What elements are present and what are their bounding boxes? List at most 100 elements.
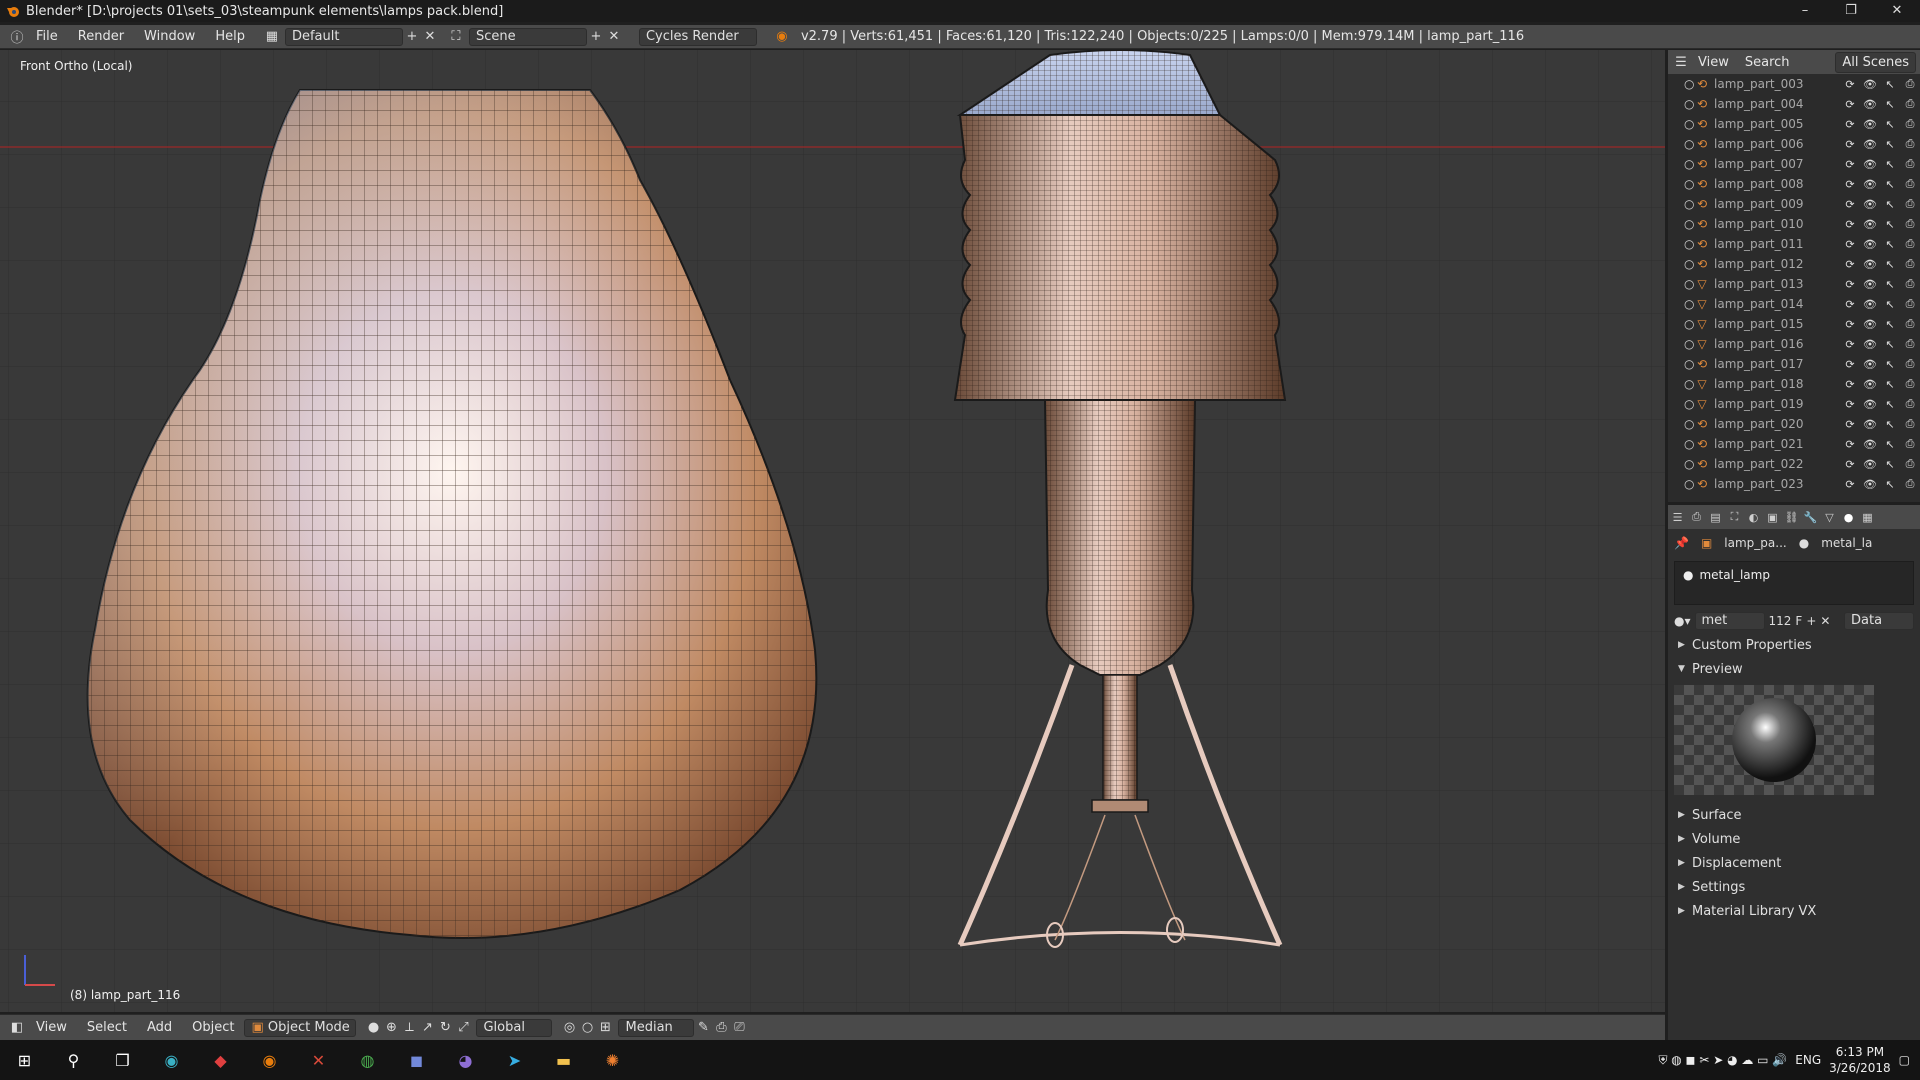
visibility-eye-icon[interactable]: 👁 bbox=[1860, 238, 1880, 251]
renderability-camera-icon[interactable]: ⎙ bbox=[1900, 217, 1920, 231]
pivot-point-icon[interactable]: ⊕ bbox=[382, 1019, 400, 1037]
selectability-cursor-icon[interactable]: ↖ bbox=[1880, 438, 1900, 451]
selectability-cursor-icon[interactable]: ↖ bbox=[1880, 398, 1900, 411]
renderability-camera-icon[interactable]: ⎙ bbox=[1900, 277, 1920, 291]
selectability-cursor-icon[interactable]: ↖ bbox=[1880, 98, 1900, 111]
outliner-item-name[interactable]: lamp_part_007 bbox=[1710, 157, 1840, 171]
renderability-camera-icon[interactable]: ⎙ bbox=[1900, 237, 1920, 251]
selectability-cursor-icon[interactable]: ↖ bbox=[1880, 238, 1900, 251]
outliner-item-name[interactable]: lamp_part_023 bbox=[1710, 477, 1840, 491]
expand-dot-icon[interactable]: ○ bbox=[1684, 357, 1694, 371]
visibility-eye-icon[interactable]: 👁 bbox=[1860, 438, 1880, 451]
selectability-cursor-icon[interactable]: ↖ bbox=[1880, 418, 1900, 431]
rotate-icon[interactable]: ↻ bbox=[436, 1019, 454, 1037]
scene-selector[interactable]: Scene bbox=[468, 27, 587, 46]
outliner-item-name[interactable]: lamp_part_011 bbox=[1710, 237, 1840, 251]
visibility-eye-icon[interactable]: 👁 bbox=[1860, 218, 1880, 231]
expand-dot-icon[interactable]: ○ bbox=[1684, 297, 1694, 311]
scale-icon[interactable]: ⤢ bbox=[454, 1019, 472, 1037]
renderability-camera-icon[interactable]: ⎙ bbox=[1900, 157, 1920, 171]
selectability-cursor-icon[interactable]: ↖ bbox=[1880, 298, 1900, 311]
visibility-eye-icon[interactable]: 👁 bbox=[1860, 178, 1880, 191]
expand-dot-icon[interactable]: ○ bbox=[1684, 277, 1694, 291]
app-icon[interactable]: ◉ bbox=[147, 1040, 196, 1080]
render-preview-icon[interactable]: ✎ bbox=[694, 1019, 712, 1037]
visibility-eye-icon[interactable]: 👁 bbox=[1860, 298, 1880, 311]
expand-dot-icon[interactable]: ○ bbox=[1684, 117, 1694, 131]
panel-header[interactable]: ▶ Material Library VX bbox=[1668, 899, 1920, 923]
outliner-item-name[interactable]: lamp_part_014 bbox=[1710, 297, 1840, 311]
expand-dot-icon[interactable]: ○ bbox=[1684, 417, 1694, 431]
outliner-row[interactable]: ○ ▽ lamp_part_013 ⟳ 👁 ↖ ⎙ bbox=[1668, 274, 1920, 294]
outliner-row[interactable]: ○ ⟲ lamp_part_006 ⟳ 👁 ↖ ⎙ bbox=[1668, 134, 1920, 154]
language-indicator[interactable]: ENG bbox=[1795, 1053, 1821, 1067]
outliner-row[interactable]: ○ ⟲ lamp_part_010 ⟳ 👁 ↖ ⎙ bbox=[1668, 214, 1920, 234]
selectability-cursor-icon[interactable]: ↖ bbox=[1880, 318, 1900, 331]
layout-selector[interactable]: Default bbox=[284, 27, 403, 46]
renderability-camera-icon[interactable]: ⎙ bbox=[1900, 257, 1920, 271]
renderability-camera-icon[interactable]: ⎙ bbox=[1900, 117, 1920, 131]
renderability-camera-icon[interactable]: ⎙ bbox=[1900, 337, 1920, 351]
outliner-item-name[interactable]: lamp_part_019 bbox=[1710, 397, 1840, 411]
selectability-cursor-icon[interactable]: ↖ bbox=[1880, 358, 1900, 371]
expand-dot-icon[interactable]: ○ bbox=[1684, 377, 1694, 391]
selectability-cursor-icon[interactable]: ↖ bbox=[1880, 78, 1900, 91]
panel-header[interactable]: ▶ Surface bbox=[1668, 803, 1920, 827]
outliner-row[interactable]: ○ ▽ lamp_part_016 ⟳ 👁 ↖ ⎙ bbox=[1668, 334, 1920, 354]
viewport-shading-icon[interactable]: ● bbox=[364, 1019, 382, 1037]
discord-icon[interactable]: ◼ bbox=[392, 1040, 441, 1080]
renderability-camera-icon[interactable]: ⎙ bbox=[1900, 437, 1920, 451]
translate-icon[interactable]: ↗ bbox=[418, 1019, 436, 1037]
outliner-row[interactable]: ○ ▽ lamp_part_015 ⟳ 👁 ↖ ⎙ bbox=[1668, 314, 1920, 334]
outliner-row[interactable]: ○ ⟲ lamp_part_021 ⟳ 👁 ↖ ⎙ bbox=[1668, 434, 1920, 454]
outliner-row[interactable]: ○ ⟲ lamp_part_012 ⟳ 👁 ↖ ⎙ bbox=[1668, 254, 1920, 274]
scene-tab-icon[interactable]: ⛶ bbox=[1725, 510, 1744, 524]
blender-taskbar-icon[interactable]: ◉ bbox=[245, 1040, 294, 1080]
renderability-camera-icon[interactable]: ⎙ bbox=[1900, 317, 1920, 331]
expand-dot-icon[interactable]: ○ bbox=[1684, 237, 1694, 251]
notification-icon[interactable]: ▢ bbox=[1899, 1053, 1910, 1067]
add-scene-icon[interactable]: + bbox=[587, 28, 605, 46]
material-users-count[interactable]: 112 bbox=[1769, 614, 1792, 628]
render-layers-tab-icon[interactable]: ▤ bbox=[1706, 511, 1725, 524]
panel-header[interactable]: ▶ Displacement bbox=[1668, 851, 1920, 875]
expand-dot-icon[interactable]: ○ bbox=[1684, 137, 1694, 151]
manipulator-icon[interactable]: ⟂ bbox=[400, 1019, 418, 1037]
app-red-icon[interactable]: ◆ bbox=[196, 1040, 245, 1080]
maximize-button[interactable]: ❐ bbox=[1828, 0, 1874, 22]
outliner-item-name[interactable]: lamp_part_005 bbox=[1710, 117, 1840, 131]
outliner-item-name[interactable]: lamp_part_008 bbox=[1710, 177, 1840, 191]
telegram-icon[interactable]: ➤ bbox=[490, 1040, 539, 1080]
outliner-row[interactable]: ○ ▽ lamp_part_019 ⟳ 👁 ↖ ⎙ bbox=[1668, 394, 1920, 414]
info-editor-type-icon[interactable]: ⓘ bbox=[8, 28, 26, 46]
renderability-camera-icon[interactable]: ⎙ bbox=[1900, 177, 1920, 191]
outliner-row[interactable]: ○ ⟲ lamp_part_023 ⟳ 👁 ↖ ⎙ bbox=[1668, 474, 1920, 494]
panel-header[interactable]: ▼ Preview bbox=[1668, 657, 1920, 681]
visibility-eye-icon[interactable]: 👁 bbox=[1860, 98, 1880, 111]
selectability-cursor-icon[interactable]: ↖ bbox=[1880, 178, 1900, 191]
outliner-menu-view[interactable]: View bbox=[1690, 55, 1737, 70]
remove-scene-icon[interactable]: ✕ bbox=[605, 28, 623, 46]
renderability-camera-icon[interactable]: ⎙ bbox=[1900, 477, 1920, 491]
outliner-item-name[interactable]: lamp_part_017 bbox=[1710, 357, 1840, 371]
visibility-eye-icon[interactable]: 👁 bbox=[1860, 258, 1880, 271]
viber-icon[interactable]: ◕ bbox=[441, 1040, 490, 1080]
material-slot-list[interactable]: ● metal_lamp bbox=[1674, 561, 1914, 605]
tray-icons[interactable]: ⛨ ◍ ◼ ✂ ➤ ◕ ☁ ▭ 🔊 bbox=[1658, 1053, 1787, 1068]
menu-file[interactable]: File bbox=[26, 29, 68, 44]
menu-window[interactable]: Window bbox=[134, 29, 205, 44]
outliner-row[interactable]: ○ ▽ lamp_part_014 ⟳ 👁 ↖ ⎙ bbox=[1668, 294, 1920, 314]
render-engine-selector[interactable]: Cycles Render bbox=[638, 27, 757, 46]
outliner-row[interactable]: ○ ▽ lamp_part_018 ⟳ 👁 ↖ ⎙ bbox=[1668, 374, 1920, 394]
visibility-eye-icon[interactable]: 👁 bbox=[1860, 458, 1880, 471]
search-icon[interactable]: ⚲ bbox=[49, 1040, 98, 1080]
selectability-cursor-icon[interactable]: ↖ bbox=[1880, 198, 1900, 211]
outliner-row[interactable]: ○ ⟲ lamp_part_004 ⟳ 👁 ↖ ⎙ bbox=[1668, 94, 1920, 114]
selectability-cursor-icon[interactable]: ↖ bbox=[1880, 458, 1900, 471]
expand-dot-icon[interactable]: ○ bbox=[1684, 437, 1694, 451]
expand-dot-icon[interactable]: ○ bbox=[1684, 397, 1694, 411]
selectability-cursor-icon[interactable]: ↖ bbox=[1880, 258, 1900, 271]
expand-dot-icon[interactable]: ○ bbox=[1684, 77, 1694, 91]
outliner-item-name[interactable]: lamp_part_004 bbox=[1710, 97, 1840, 111]
clock[interactable]: 6:13 PM 3/26/2018 bbox=[1829, 1044, 1891, 1076]
